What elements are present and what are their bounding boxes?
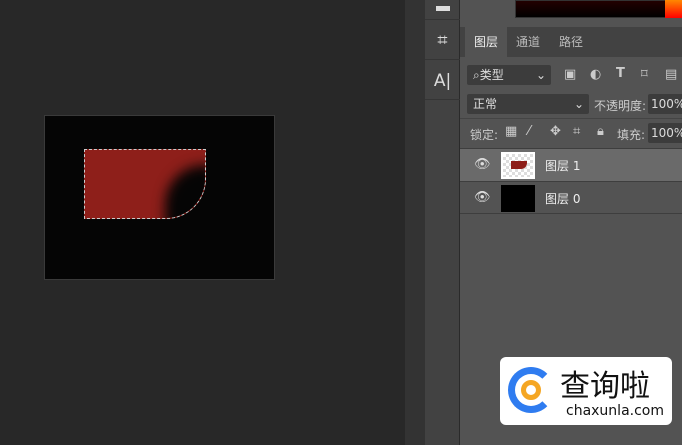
layer-name: 图层 0	[545, 192, 581, 206]
tab-layers[interactable]: 图层	[465, 27, 507, 57]
lock-label: 锁定:	[470, 128, 499, 142]
filter-label: 类型	[479, 68, 504, 82]
chevron-down-icon: ⌄	[573, 97, 584, 111]
search-icon: ⌕	[473, 68, 480, 82]
blend-mode-select[interactable]: 正常 ⌄	[467, 94, 589, 114]
type-filter-icon[interactable]: T	[616, 66, 625, 81]
watermark-logo: 查询啦 chaxunla.com	[500, 357, 672, 425]
toolbar: ⌗ A|	[425, 0, 460, 445]
lock-transparent-icon[interactable]: ▦	[505, 124, 517, 139]
layer-thumbnail	[501, 185, 535, 212]
watermark-text: 查询啦	[560, 369, 650, 404]
tool-top[interactable]	[425, 0, 460, 20]
lock-pixels-brush-icon[interactable]: ⁄	[528, 124, 530, 139]
hue-slider[interactable]	[665, 0, 682, 18]
opacity-label: 不透明度:	[594, 99, 647, 113]
type-tool-icon[interactable]: A|	[425, 62, 460, 100]
watermark-url: chaxunla.com	[566, 403, 664, 419]
opacity-input[interactable]: 100%	[648, 94, 682, 114]
lock-artboard-icon[interactable]: ⌗	[573, 124, 580, 139]
layer-row[interactable]: 👁︎ 图层 1	[460, 148, 682, 181]
lock-position-move-icon[interactable]: ✥	[550, 124, 561, 139]
layer-row[interactable]: 👁︎ 图层 0	[460, 181, 682, 214]
document-canvas[interactable]	[44, 115, 275, 280]
panel-tabs: 图层 通道 路径	[460, 27, 682, 57]
fill-label: 填充:	[617, 128, 646, 142]
tab-channels[interactable]: 通道	[507, 27, 549, 57]
red-shape-selection[interactable]	[84, 149, 206, 219]
filter-kind-select[interactable]: ⌕类型 ⌄	[467, 65, 551, 85]
tab-paths[interactable]: 路径	[550, 27, 592, 57]
eye-icon[interactable]: 👁︎	[474, 190, 491, 205]
smart-object-filter-icon[interactable]: ▤	[665, 67, 677, 82]
blend-mode-value: 正常	[473, 97, 498, 111]
chevron-down-icon: ⌄	[535, 68, 546, 82]
layer-thumbnail	[501, 152, 535, 179]
fill-input[interactable]: 100%	[648, 123, 682, 143]
adjustment-filter-icon[interactable]: ◐	[590, 67, 601, 82]
lock-all-icon[interactable]: 🔒︎	[597, 124, 604, 139]
logo-search-icon	[508, 367, 554, 413]
crop-icon[interactable]: ⌗	[425, 22, 460, 60]
color-picker-field[interactable]	[515, 0, 667, 18]
layer-name: 图层 1	[545, 159, 581, 173]
panel-divider	[405, 0, 425, 445]
eye-icon[interactable]: 👁︎	[474, 157, 491, 172]
shape-filter-icon[interactable]: ⌑	[641, 67, 648, 82]
image-filter-icon[interactable]: ▣	[564, 67, 576, 82]
